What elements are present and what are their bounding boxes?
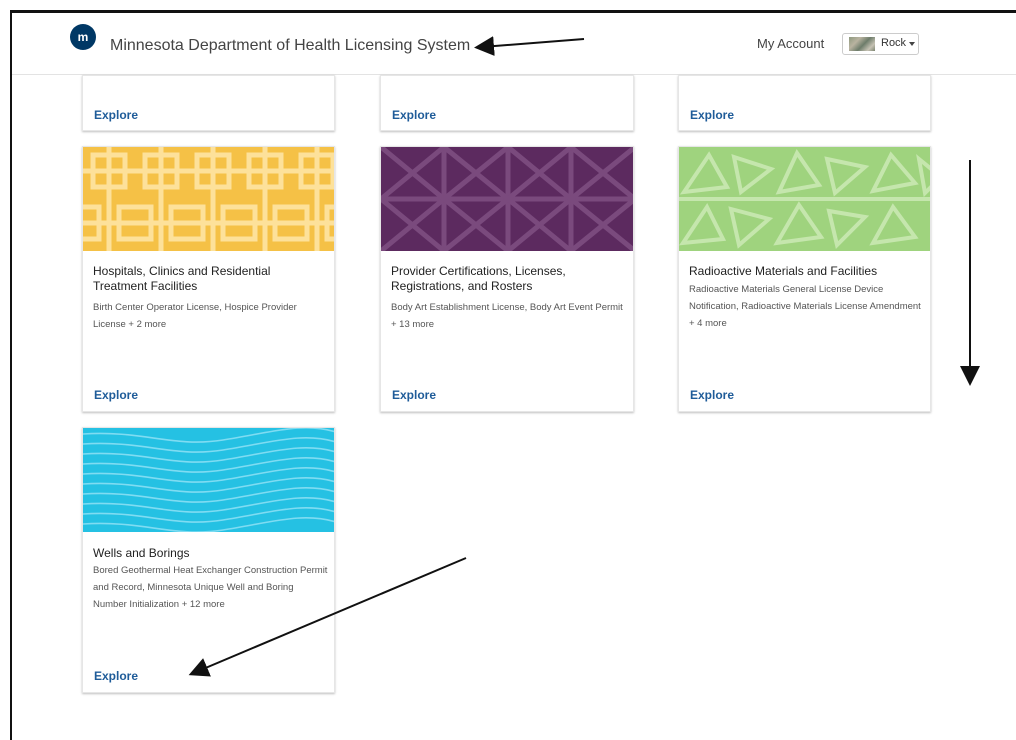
annotation-arrows	[188, 36, 980, 677]
arrow-to-explore	[188, 557, 467, 677]
arrow-to-title	[474, 36, 585, 57]
